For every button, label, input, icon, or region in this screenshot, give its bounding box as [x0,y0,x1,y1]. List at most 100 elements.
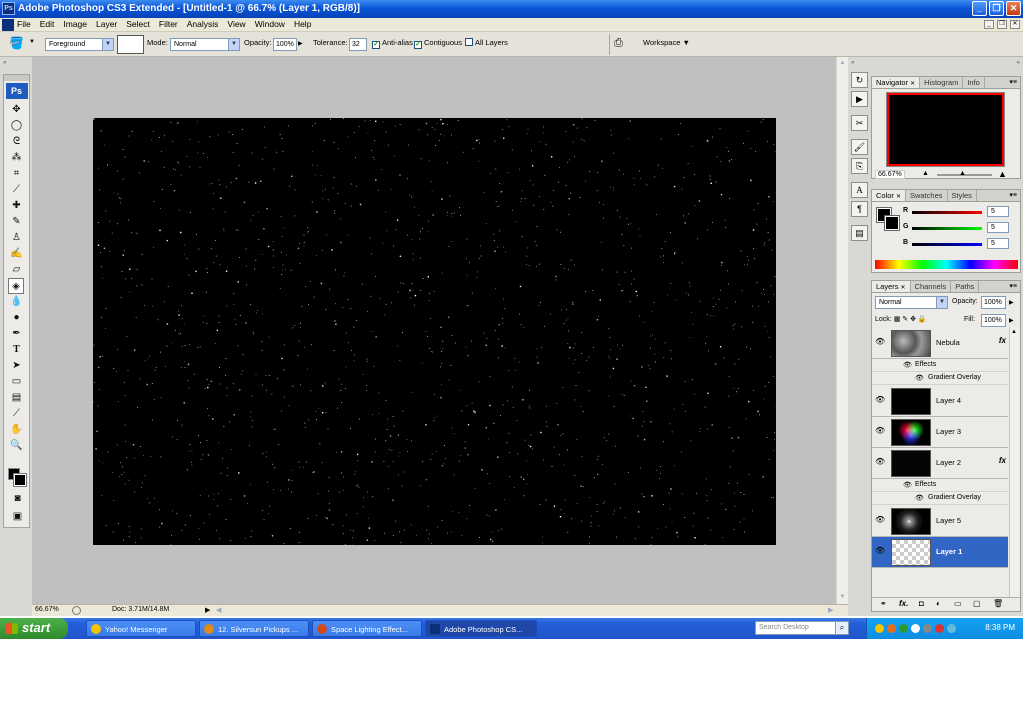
start-button[interactable]: start [0,618,68,639]
search-icon[interactable]: ⌕ [835,621,849,635]
tool-preset-arrow-icon[interactable]: ▼ [29,39,35,45]
status-info-icon[interactable] [72,606,81,615]
security-tray-icon[interactable] [935,624,944,633]
scroll-right-icon[interactable]: ▶ [828,606,833,614]
paint-bucket-tool-icon[interactable]: ◈ [8,278,24,294]
doc-restore-button[interactable]: ❐ [997,20,1007,29]
history-brush-icon[interactable]: ✍ [4,246,29,262]
shape-tool-icon[interactable]: ▭ [4,374,29,390]
eye-icon[interactable]: 👁 [903,361,912,369]
eye-icon[interactable]: 👁 [915,374,924,382]
menu-layer[interactable]: Layer [96,19,117,29]
close-icon[interactable]: ✕ [910,81,915,87]
blue-input[interactable]: 5 [987,238,1009,249]
tool-presets-icon[interactable]: ✂ [851,115,868,131]
opacity-arrow-icon[interactable]: ▶ [298,40,303,47]
tab-paths[interactable]: Paths [951,281,980,292]
tab-histogram[interactable]: Histogram [920,77,964,88]
zoom-tool-icon[interactable]: 🔍 [4,438,29,454]
task-photoshop[interactable]: Adobe Photoshop CS... [425,620,537,637]
task-space-lighting[interactable]: Space Lighting Effect... [312,620,422,637]
collapse-arrows-icon[interactable]: « [1017,60,1020,66]
fx-icon[interactable]: fx [999,336,1006,345]
green-slider[interactable] [912,227,982,230]
maximize-button[interactable]: ❐ [989,1,1004,16]
menu-edit[interactable]: Edit [40,19,55,29]
close-icon[interactable]: ✕ [896,194,901,200]
clone-stamp-icon[interactable]: ♙ [4,230,29,246]
opacity-arrow-icon[interactable]: ▶ [1009,299,1014,306]
eye-icon[interactable]: 👁 [875,515,885,524]
adjustment-layer-icon[interactable]: ◐ [936,599,941,608]
layer-row-layer-5[interactable]: 👁 Layer 5 [872,506,1008,537]
document-canvas[interactable] [93,118,776,545]
tab-info[interactable]: Info [963,77,985,88]
menu-window[interactable]: Window [255,19,285,29]
green-input[interactable]: 5 [987,222,1009,233]
marquee-tool-icon[interactable]: ◯ [4,118,29,134]
menu-image[interactable]: Image [63,19,87,29]
zoom-out-icon[interactable]: ▲ [922,170,929,177]
scroll-down-icon[interactable]: ▼ [838,593,847,602]
tab-color[interactable]: Color ✕ [872,190,906,201]
actions-icon[interactable]: ▶ [851,91,868,107]
menu-file[interactable]: File [17,19,31,29]
mode-select[interactable]: Normal ▼ [170,38,240,51]
layer-row-nebula[interactable]: 👁 Nebula fx [872,328,1008,359]
eye-icon[interactable]: 👁 [875,457,885,466]
scroll-up-icon[interactable]: ▲ [838,59,847,68]
menu-analysis[interactable]: Analysis [187,19,219,29]
task-silversun-pickups[interactable]: 12. Silversun Pickups ... [199,620,309,637]
collapse-arrows-icon[interactable]: » [3,60,6,66]
lock-position-icon[interactable]: ✥ [910,316,916,323]
opacity-input[interactable]: 100% [273,38,297,51]
blue-slider[interactable] [912,243,982,246]
tab-swatches[interactable]: Swatches [906,190,948,201]
character-icon[interactable]: A [851,182,868,198]
crop-tool-icon[interactable]: ⌗ [4,166,29,182]
messenger-tray-icon[interactable] [899,624,908,633]
screen-mode-icon[interactable]: ▣ [5,509,30,525]
scroll-up-icon[interactable]: ▲ [1011,329,1017,335]
layer-row-layer-3[interactable]: 👁 Layer 3 [872,417,1008,448]
lock-image-icon[interactable]: ✎ [902,316,908,323]
pen-tool-icon[interactable]: ✒ [4,326,29,342]
task-yahoo-messenger[interactable]: Yahoo! Messenger [86,620,196,637]
eye-icon[interactable]: 👁 [875,395,885,404]
background-color-swatch[interactable] [13,473,27,487]
layer-comps-icon[interactable]: ▤ [851,225,868,241]
all-layers-checkbox[interactable]: All Layers [465,38,508,47]
dodge-tool-icon[interactable]: ● [4,310,29,326]
network-tray-icon[interactable] [911,624,920,633]
clone-source-icon[interactable]: ⎘ [851,158,868,174]
layers-scrollbar[interactable]: ▲ [1009,327,1019,597]
add-style-icon[interactable]: fx. [899,599,908,608]
tab-navigator[interactable]: Navigator ✕ [872,77,921,88]
paint-bucket-icon[interactable]: 🪣 [9,36,24,50]
close-button[interactable]: ✕ [1006,1,1021,16]
volume-tray-icon[interactable] [947,624,956,633]
path-selection-icon[interactable]: ➤ [4,358,29,374]
fill-input[interactable]: 100% [981,314,1006,327]
type-tool-icon[interactable]: T [4,342,29,358]
doc-close-button[interactable]: ✕ [1010,20,1020,29]
menu-filter[interactable]: Filter [159,19,178,29]
notes-tool-icon[interactable]: ▤ [4,390,29,406]
link-layers-icon[interactable]: ⚭ [880,599,887,608]
vertical-scrollbar[interactable]: ▲ ▼ [836,57,848,604]
red-input[interactable]: 5 [987,206,1009,217]
desktop-search-input[interactable]: Search Desktop [755,621,837,635]
fill-arrow-icon[interactable]: ▶ [1009,317,1014,324]
eye-icon[interactable]: 👁 [875,426,885,435]
eye-icon[interactable]: 👁 [875,546,885,555]
move-tool-icon[interactable]: ✥ [4,102,29,118]
tab-styles[interactable]: Styles [948,190,977,201]
fx-icon[interactable]: fx [999,456,1006,465]
brush-tool-icon[interactable]: ✎ [4,214,29,230]
minimize-button[interactable]: _ [972,1,987,16]
bridge-icon[interactable]: ⎙ [614,37,623,50]
blur-tool-icon[interactable]: 💧 [4,294,29,310]
eye-icon[interactable]: 👁 [903,481,912,489]
healing-brush-icon[interactable]: ✚ [4,198,29,214]
paragraph-icon[interactable]: ¶ [851,201,868,217]
